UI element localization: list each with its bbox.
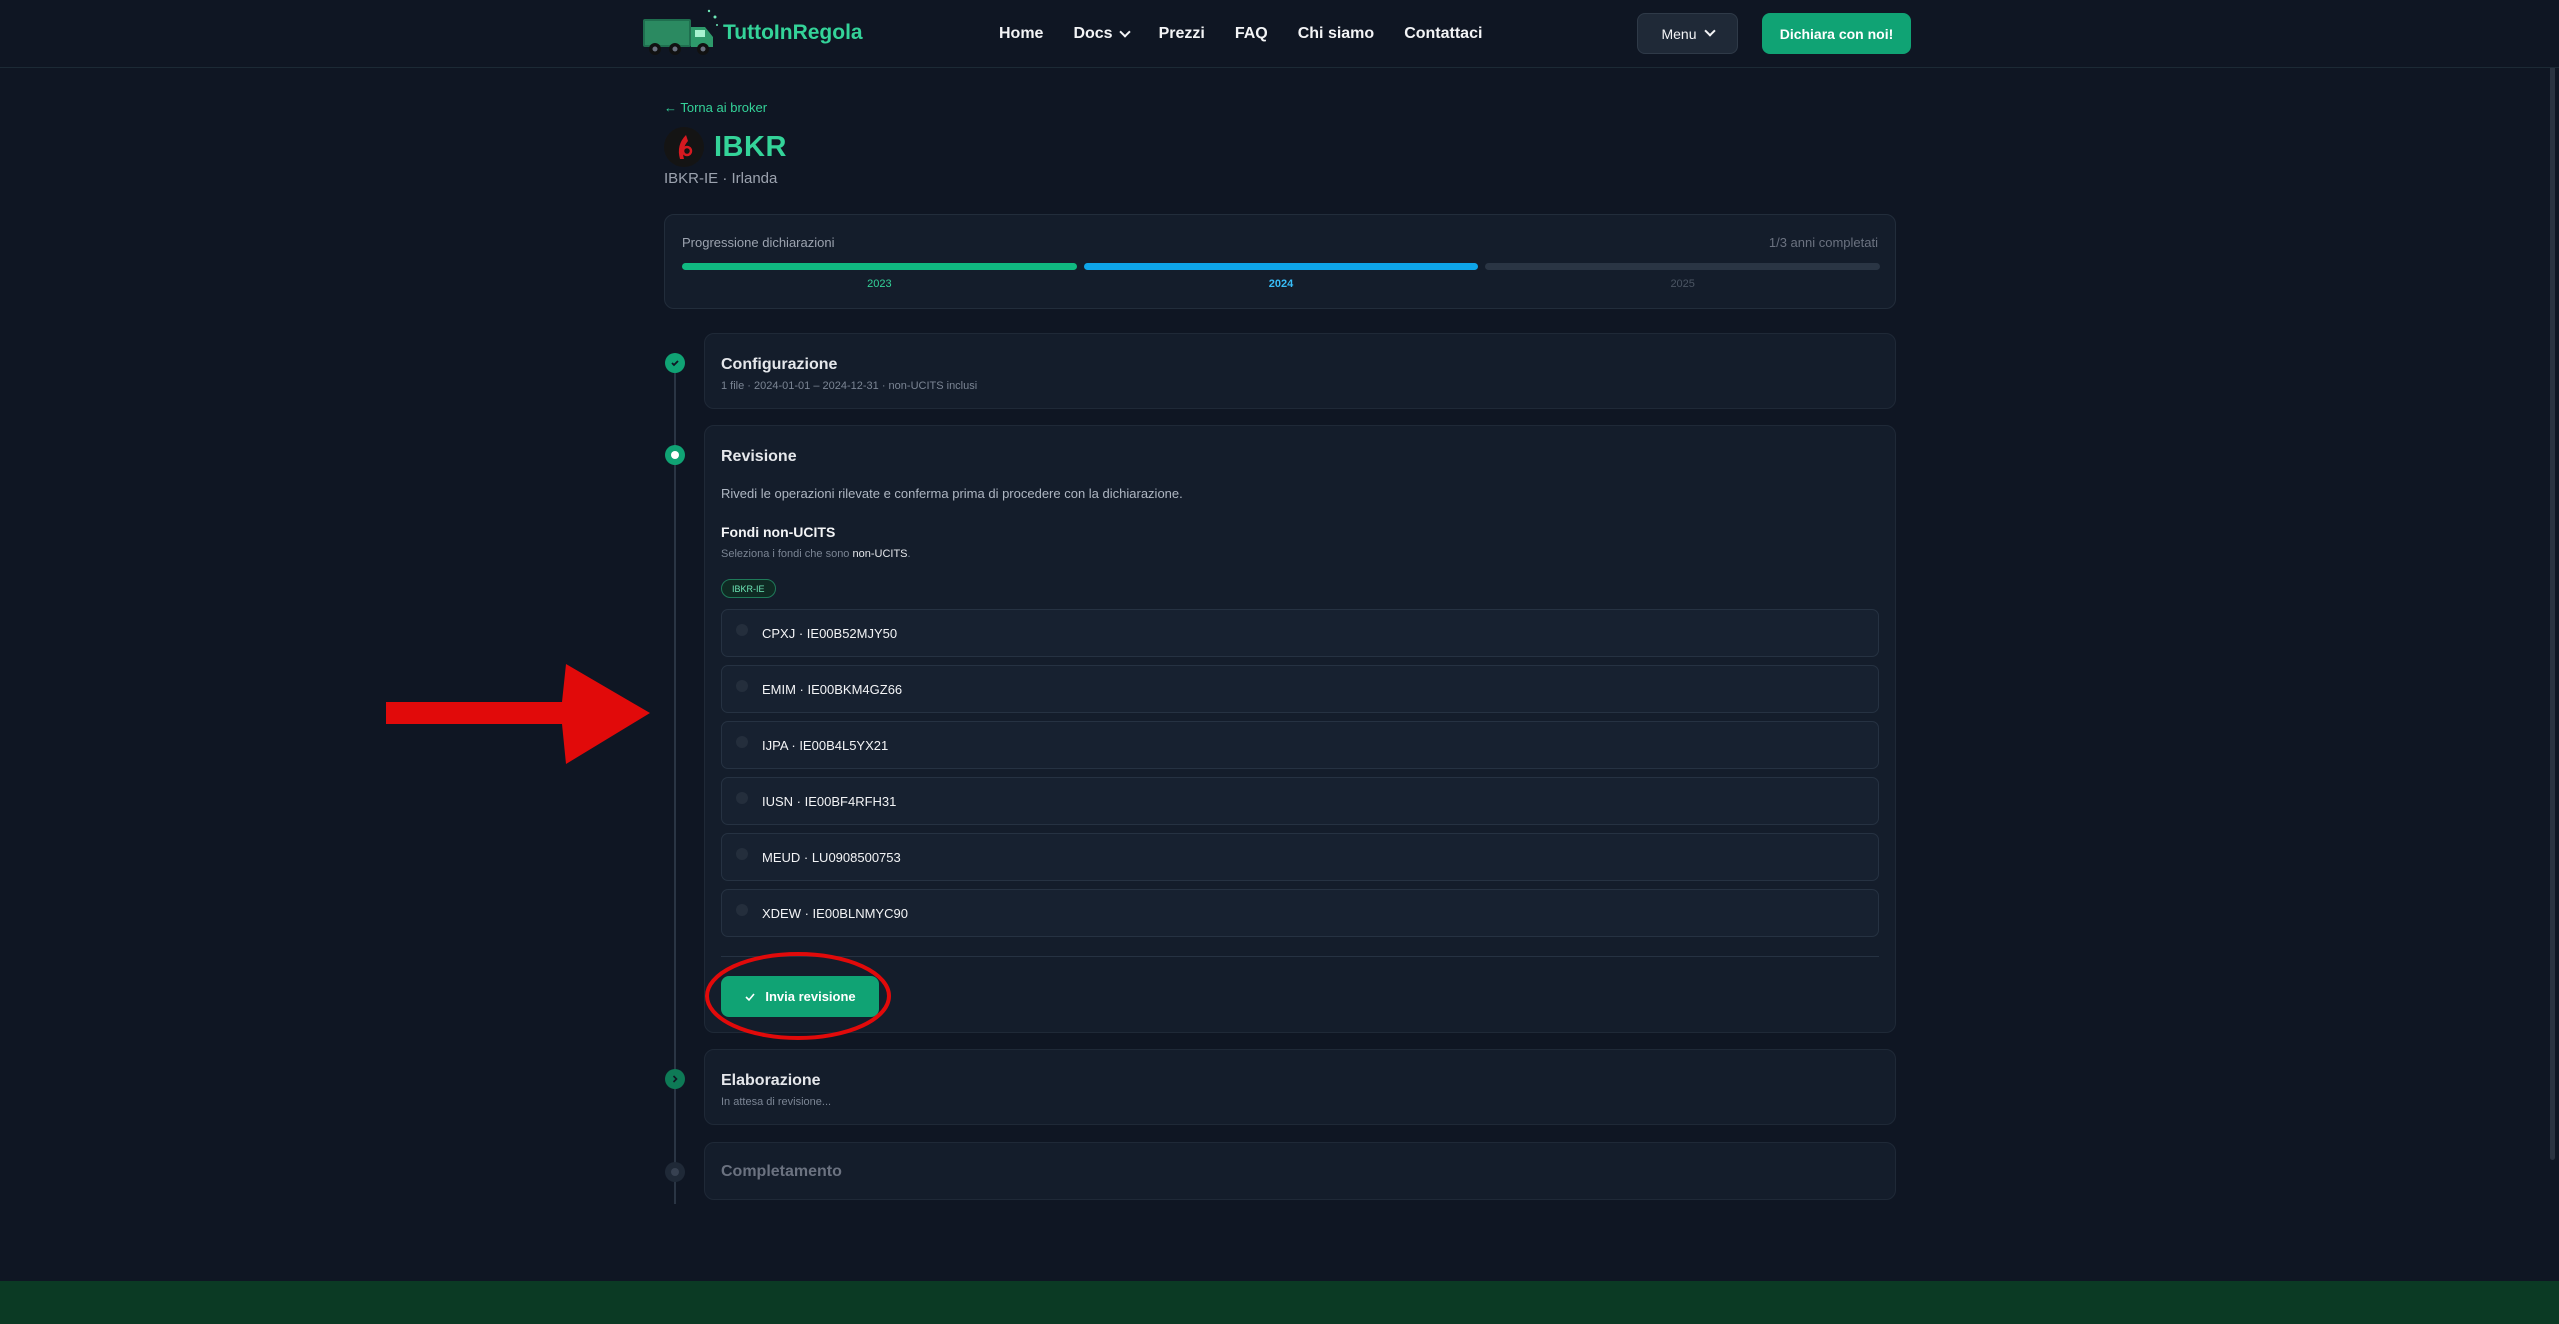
- year-label: 2024: [1268, 278, 1294, 290]
- chevron-down-icon: [1118, 25, 1131, 38]
- hint-bold: non-UCITS: [852, 548, 908, 560]
- fund-label: XDEW · IE00BLNMYC90: [762, 905, 908, 921]
- year-2024[interactable]: 2024: [1083, 263, 1479, 290]
- hint-suffix: .: [907, 548, 911, 560]
- fund-label: EMIM · IE00BKM4GZ66: [762, 681, 903, 697]
- fund-checkbox[interactable]: [736, 680, 748, 692]
- nav-docs[interactable]: Docs: [1073, 25, 1131, 43]
- year-progress-bars: 2023 2024 2025: [682, 263, 1881, 290]
- step-completamento[interactable]: Completamento: [704, 1142, 1896, 1200]
- progress-card: Progressione dichiarazioni 1/3 anni comp…: [664, 214, 1896, 309]
- current-step-icon: [665, 445, 685, 465]
- nav-contattaci[interactable]: Contattaci: [1404, 25, 1482, 43]
- dichiara-button[interactable]: Dichiara con noi!: [1762, 13, 1911, 54]
- year-2023[interactable]: 2023: [682, 263, 1077, 290]
- back-to-brokers-link[interactable]: ← Torna ai broker: [664, 100, 767, 115]
- progress-bar-segment: [1485, 263, 1881, 270]
- year-label: 2023: [867, 278, 892, 290]
- chevron-down-icon: [1703, 25, 1716, 37]
- nav-prezzi-label: Prezzi: [1158, 25, 1205, 42]
- nav-home[interactable]: Home: [999, 25, 1043, 43]
- broker-tag: IBKR-IE: [721, 579, 776, 598]
- year-label: 2025: [1670, 278, 1695, 290]
- step-title: Revisione: [721, 448, 797, 465]
- logo-text: TuttoInRegola: [723, 21, 863, 44]
- broker-name: IBKR: [714, 130, 787, 163]
- step-configurazione[interactable]: Configurazione 1 file · 2024-01-01 – 202…: [704, 333, 1896, 409]
- nav-chi-siamo[interactable]: Chi siamo: [1298, 25, 1374, 43]
- step-subtitle: In attesa di revisione...: [721, 1096, 832, 1108]
- chevron-right-icon: [665, 1069, 685, 1089]
- nav-home-label: Home: [999, 25, 1044, 42]
- annotation-circle-icon: [705, 952, 891, 1040]
- menu-button[interactable]: Menu: [1637, 13, 1738, 54]
- step-title: Completamento: [721, 1163, 842, 1180]
- fondi-section-title: Fondi non-UCITS: [721, 524, 836, 540]
- divider: [721, 956, 1879, 957]
- fund-label: IUSN · IE00BF4RFH31: [762, 793, 897, 809]
- main-nav: Home Docs Prezzi FAQ Chi siamo Contattac…: [999, 0, 1512, 68]
- year-2025[interactable]: 2025: [1485, 263, 1881, 290]
- fund-row[interactable]: MEUD · LU0908500753: [721, 833, 1879, 881]
- fund-checkbox[interactable]: [736, 904, 748, 916]
- progress-label: Progressione dichiarazioni: [682, 235, 835, 250]
- fund-checkbox[interactable]: [736, 736, 748, 748]
- fund-checkbox[interactable]: [736, 792, 748, 804]
- ibkr-logo-icon: [664, 127, 704, 167]
- step-title: Configurazione: [721, 356, 838, 373]
- broker-subtitle: IBKR-IE · Irlanda: [664, 170, 778, 187]
- page-scrollbar[interactable]: [2550, 0, 2555, 1160]
- nav-faq-label: FAQ: [1234, 25, 1268, 42]
- page-title: IBKR: [664, 127, 787, 167]
- fund-checkbox[interactable]: [736, 848, 748, 860]
- progress-count: 1/3 anni completati: [1768, 235, 1878, 250]
- fund-row[interactable]: EMIM · IE00BKM4GZ66: [721, 665, 1879, 713]
- fund-row[interactable]: CPXJ · IE00B52MJY50: [721, 609, 1879, 657]
- nav-faq[interactable]: FAQ: [1235, 25, 1268, 43]
- site-header: TuttoInRegola Home Docs Prezzi FAQ Chi s…: [0, 0, 2559, 68]
- step-revisione: Revisione Rivedi le operazioni rilevate …: [704, 425, 1896, 1033]
- site-logo[interactable]: TuttoInRegola: [639, 5, 863, 61]
- truck-logo-icon: [643, 9, 718, 55]
- step-subtitle: 1 file · 2024-01-01 – 2024-12-31 · non-U…: [721, 380, 978, 392]
- nav-chi-siamo-label: Chi siamo: [1297, 25, 1375, 42]
- fondi-section-hint: Seleziona i fondi che sono non-UCITS.: [721, 548, 911, 560]
- fund-row[interactable]: IJPA · IE00B4L5YX21: [721, 721, 1879, 769]
- pending-step-icon: [665, 1162, 685, 1182]
- progress-bar-segment: [682, 263, 1077, 270]
- fund-label: CPXJ · IE00B52MJY50: [762, 625, 898, 641]
- hint-prefix: Seleziona i fondi che sono: [721, 548, 853, 560]
- fund-label: IJPA · IE00B4L5YX21: [762, 737, 889, 753]
- annotation-arrow-icon: [386, 664, 650, 764]
- step-elaborazione[interactable]: Elaborazione In attesa di revisione...: [704, 1049, 1896, 1125]
- nav-docs-label: Docs: [1073, 25, 1113, 42]
- progress-bar-segment: [1083, 263, 1479, 270]
- nav-prezzi[interactable]: Prezzi: [1159, 25, 1205, 43]
- dichiara-button-label: Dichiara con noi!: [1779, 25, 1894, 42]
- review-description: Rivedi le operazioni rilevate e conferma…: [721, 486, 1183, 501]
- menu-button-label: Menu: [1661, 25, 1697, 42]
- check-icon: [665, 353, 685, 373]
- fund-row[interactable]: IUSN · IE00BF4RFH31: [721, 777, 1879, 825]
- fund-checkbox[interactable]: [736, 624, 748, 636]
- nav-contattaci-label: Contattaci: [1404, 25, 1483, 42]
- step-title: Elaborazione: [721, 1072, 821, 1089]
- fund-label: MEUD · LU0908500753: [762, 849, 901, 865]
- fund-row[interactable]: XDEW · IE00BLNMYC90: [721, 889, 1879, 937]
- site-footer: [0, 1281, 2559, 1324]
